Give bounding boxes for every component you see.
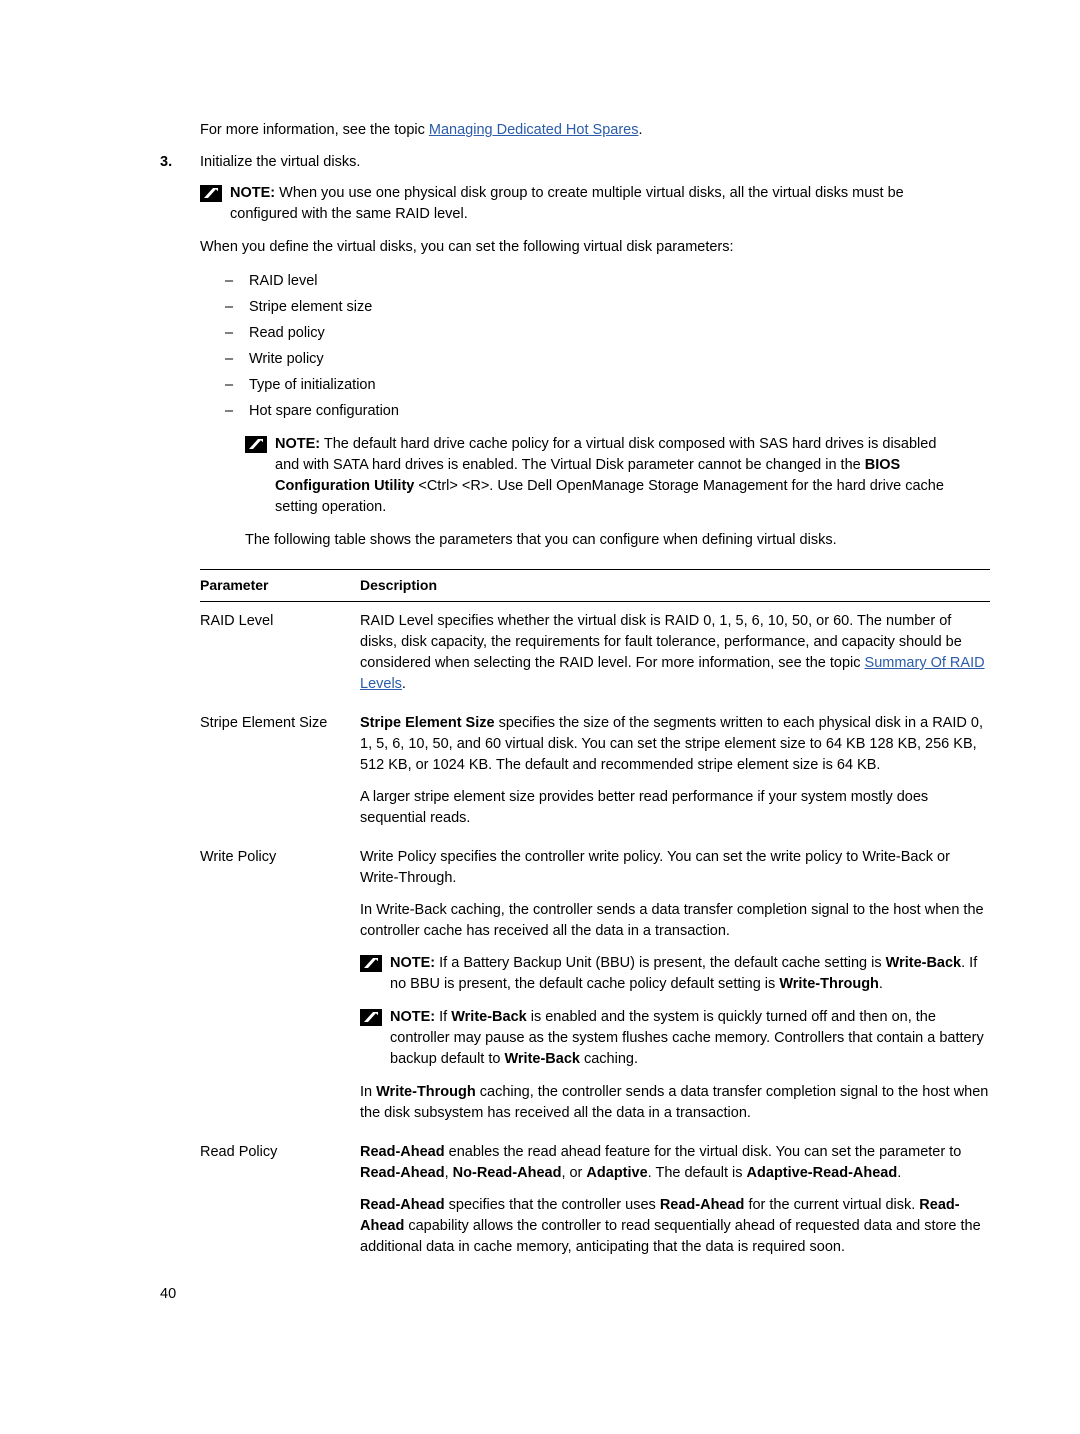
description-paragraph: In Write-Through caching, the controller… bbox=[360, 1084, 989, 1121]
note-icon bbox=[360, 1009, 390, 1027]
cell-description: Write Policy specifies the controller wr… bbox=[360, 838, 990, 1133]
note-4-segments: If Write-Back is enabled and the system … bbox=[390, 1009, 984, 1067]
note-1: NOTE: When you use one physical disk gro… bbox=[200, 183, 950, 225]
note-4-label: NOTE: bbox=[390, 1009, 436, 1025]
description-paragraph: Write Policy specifies the controller wr… bbox=[360, 849, 950, 886]
note-4: NOTE: If Write-Back is enabled and the s… bbox=[360, 1007, 990, 1070]
table-header-row: Parameter Description bbox=[200, 569, 990, 602]
table-intro: The following table shows the parameters… bbox=[245, 532, 837, 548]
document-page: For more information, see the topic Mana… bbox=[0, 0, 1080, 1434]
list-item: – RAID level bbox=[225, 268, 950, 294]
description-paragraph: In Write-Back caching, the controller se… bbox=[360, 902, 984, 939]
intro-suffix: . bbox=[638, 122, 643, 138]
note-1-label: NOTE: bbox=[230, 185, 276, 201]
cell-parameter-name: Write Policy bbox=[200, 849, 277, 865]
note-2: NOTE: The default hard drive cache polic… bbox=[245, 434, 950, 518]
note-3: NOTE: If a Battery Backup Unit (BBU) is … bbox=[360, 953, 990, 995]
table-row: RAID Level RAID Level specifies whether … bbox=[200, 602, 990, 705]
list-item: – Type of initialization bbox=[225, 372, 950, 398]
bullet-label: Hot spare configuration bbox=[249, 403, 399, 419]
note-block-1: NOTE: When you use one physical disk gro… bbox=[200, 183, 950, 225]
note-2-text: NOTE: The default hard drive cache polic… bbox=[275, 434, 950, 518]
link-managing-dedicated-hot-spares[interactable]: Managing Dedicated Hot Spares bbox=[429, 122, 639, 138]
step-text: Initialize the virtual disks. bbox=[200, 154, 361, 170]
dash-marker: – bbox=[225, 325, 234, 341]
note-icon bbox=[360, 955, 390, 973]
note-1-body: When you use one physical disk group to … bbox=[230, 185, 904, 222]
desc-bold-lead: Stripe Element Size bbox=[360, 715, 495, 731]
note-4-text: NOTE: If Write-Back is enabled and the s… bbox=[390, 1007, 990, 1070]
cell-description: RAID Level specifies whether the virtual… bbox=[360, 602, 990, 705]
bullet-label: RAID level bbox=[249, 273, 318, 289]
step-number: 3. bbox=[160, 154, 173, 170]
bullet-label: Read policy bbox=[249, 325, 325, 341]
intro-paragraph: For more information, see the topic Mana… bbox=[200, 120, 950, 141]
list-item: – Hot spare configuration bbox=[225, 398, 950, 424]
cell-parameter-name: RAID Level bbox=[200, 613, 274, 629]
table-row: Write Policy Write Policy specifies the … bbox=[200, 838, 990, 1133]
column-header-description: Description bbox=[360, 569, 990, 602]
list-item: – Write policy bbox=[225, 346, 950, 372]
cell-parameter-name: Stripe Element Size bbox=[200, 715, 328, 731]
parameters-table: Parameter Description RAID Level RAID Le… bbox=[200, 569, 990, 1267]
bullet-label: Stripe element size bbox=[249, 299, 373, 315]
parameter-bullet-list: – RAID level – Stripe element size – Read p… bbox=[225, 268, 950, 424]
dash-marker: – bbox=[225, 377, 234, 393]
desc-after: . bbox=[401, 676, 406, 692]
note-2-part1: The default hard drive cache policy for … bbox=[275, 436, 937, 473]
cell-description: Stripe Element Size specifies the size o… bbox=[360, 704, 990, 838]
dash-marker: – bbox=[225, 403, 234, 419]
bullet-label: Type of initialization bbox=[249, 377, 376, 393]
description-paragraph: A larger stripe element size provides be… bbox=[360, 789, 929, 826]
note-2-label: NOTE: bbox=[275, 436, 321, 452]
params-intro: When you define the virtual disks, you c… bbox=[200, 239, 734, 255]
dash-marker: – bbox=[225, 273, 234, 289]
page-number: 40 bbox=[160, 1286, 177, 1302]
description-paragraph: Read-Ahead specifies that the controller… bbox=[360, 1197, 981, 1255]
dash-marker: – bbox=[225, 351, 234, 367]
table-row: Read Policy Read-Ahead enables the read … bbox=[200, 1133, 990, 1267]
note-block-2: NOTE: The default hard drive cache polic… bbox=[245, 434, 950, 518]
description-paragraph: Read-Ahead enables the read ahead featur… bbox=[360, 1144, 962, 1181]
note-3-text: NOTE: If a Battery Backup Unit (BBU) is … bbox=[390, 953, 990, 995]
description-paragraph: Stripe Element Size specifies the size o… bbox=[360, 713, 990, 776]
note-3-label: NOTE: bbox=[390, 955, 436, 971]
column-header-parameter: Parameter bbox=[200, 569, 360, 602]
table-row: Stripe Element Size Stripe Element Size … bbox=[200, 704, 990, 838]
description-paragraph: RAID Level specifies whether the virtual… bbox=[360, 611, 990, 695]
note-3-segments: If a Battery Backup Unit (BBU) is presen… bbox=[390, 955, 978, 992]
list-item: – Stripe element size bbox=[225, 294, 950, 320]
cell-parameter-name: Read Policy bbox=[200, 1144, 278, 1160]
cell-description: Read-Ahead enables the read ahead featur… bbox=[360, 1133, 990, 1267]
page-content: For more information, see the topic Mana… bbox=[160, 120, 990, 1267]
list-item: – Read policy bbox=[225, 320, 950, 346]
list-item-step-3: 3. Initialize the virtual disks. bbox=[160, 152, 950, 173]
dash-marker: – bbox=[225, 299, 234, 315]
note-icon bbox=[245, 436, 275, 454]
note-1-text: NOTE: When you use one physical disk gro… bbox=[230, 183, 950, 225]
bullet-label: Write policy bbox=[249, 351, 324, 367]
intro-prefix: For more information, see the topic bbox=[200, 122, 429, 138]
note-icon bbox=[200, 185, 230, 203]
